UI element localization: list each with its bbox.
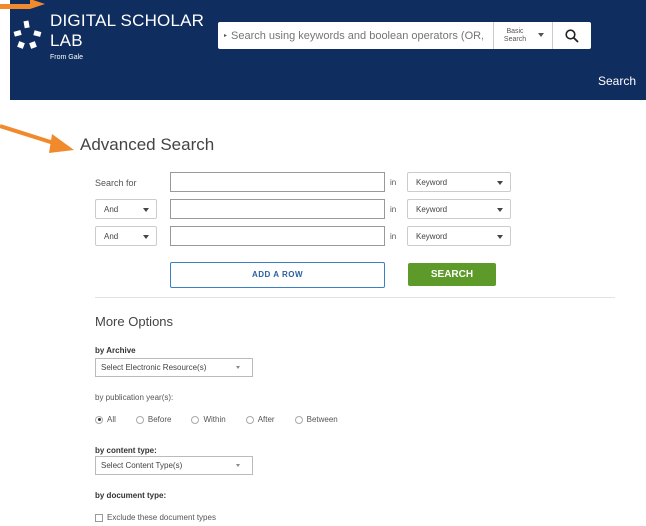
archive-select[interactable]: Select Electronic Resource(s) — [95, 358, 253, 377]
search-type-dropdown[interactable]: Basic Search — [493, 22, 550, 49]
annotation-arrow-middle — [0, 124, 74, 153]
operator-select-3-value: And — [104, 232, 119, 241]
radio-between-label: Between — [306, 415, 338, 424]
radio-all-label: All — [107, 415, 116, 424]
radio-all[interactable]: All — [95, 415, 116, 424]
checkbox-unchecked-icon[interactable] — [95, 513, 103, 522]
divider — [95, 297, 615, 298]
field-select-2-value: Keyword — [416, 205, 448, 214]
annotation-arrow-top — [0, 0, 45, 9]
field-select-1[interactable]: Keyword — [407, 172, 511, 192]
search-type-label: Basic Search — [503, 27, 527, 43]
content-type-select[interactable]: Select Content Type(s) — [95, 456, 253, 475]
chevron-down-icon — [143, 208, 149, 212]
logo-mark-icon — [13, 20, 42, 49]
content-type-select-value: Select Content Type(s) — [101, 461, 183, 470]
chevron-down-icon — [497, 235, 503, 239]
exclude-document-types-label: Exclude these document types — [107, 513, 216, 522]
search-term-input-2[interactable] — [170, 199, 385, 219]
chevron-down-icon — [236, 366, 240, 369]
chevron-down-icon — [538, 33, 544, 37]
search-term-input-3[interactable] — [170, 226, 385, 246]
field-select-1-value: Keyword — [416, 178, 448, 187]
chevron-down-icon — [497, 208, 503, 212]
radio-after[interactable]: After — [245, 415, 275, 424]
more-options-heading: More Options — [95, 314, 174, 329]
nav-search-link[interactable]: Search — [598, 74, 636, 88]
logo-subtitle: From Gale — [50, 54, 84, 61]
operator-select-2[interactable]: And — [95, 199, 157, 219]
header-search-button[interactable] — [552, 22, 591, 49]
archive-select-value: Select Electronic Resource(s) — [101, 363, 207, 372]
header-search-input[interactable] — [231, 25, 484, 46]
chevron-down-icon — [497, 181, 503, 185]
logo-line-2: LAB — [50, 31, 83, 50]
by-content-type-label: by content type: — [95, 446, 157, 455]
operator-select-3[interactable]: And — [95, 226, 157, 246]
search-for-label: Search for — [95, 178, 137, 188]
add-row-button[interactable]: ADD A ROW — [170, 262, 385, 288]
field-select-3-value: Keyword — [416, 232, 448, 241]
radio-unselected-icon — [245, 415, 254, 424]
top-header: DIGITAL SCHOLAR LAB From Gale ▸ Basic Se… — [10, 0, 646, 100]
publication-year-options: All Before Within After Between — [95, 415, 358, 424]
chevron-down-icon — [236, 464, 240, 467]
search-term-input-1[interactable] — [170, 172, 385, 192]
radio-within[interactable]: Within — [191, 415, 226, 424]
by-archive-label: by Archive — [95, 346, 136, 355]
radio-before-label: Before — [147, 415, 172, 424]
radio-before[interactable]: Before — [135, 415, 172, 424]
radio-between[interactable]: Between — [294, 415, 338, 424]
in-label-1: in — [390, 178, 397, 187]
exclude-document-types-option[interactable]: Exclude these document types — [95, 513, 216, 522]
radio-unselected-icon — [191, 415, 200, 424]
logo-text: DIGITAL SCHOLAR LAB — [50, 12, 204, 50]
operator-select-2-value: And — [104, 205, 119, 214]
in-label-3: in — [390, 232, 397, 241]
search-button[interactable]: SEARCH — [408, 263, 496, 286]
radio-unselected-icon — [294, 415, 303, 424]
radio-unselected-icon — [135, 415, 144, 424]
by-publication-year-label: by publication year(s): — [95, 393, 174, 402]
radio-within-label: Within — [203, 415, 226, 424]
radio-after-label: After — [257, 415, 275, 424]
logo-line-1: DIGITAL SCHOLAR — [50, 11, 205, 30]
header-search-bar: ▸ Basic Search — [218, 22, 591, 49]
radio-selected-icon — [95, 415, 103, 424]
search-expand-caret-icon[interactable]: ▸ — [224, 32, 227, 39]
in-label-2: in — [390, 205, 397, 214]
field-select-3[interactable]: Keyword — [407, 226, 511, 246]
field-select-2[interactable]: Keyword — [407, 199, 511, 219]
by-document-type-label: by document type: — [95, 491, 167, 500]
search-icon — [565, 28, 579, 43]
page-title: Advanced Search — [80, 135, 215, 154]
chevron-down-icon — [143, 235, 149, 239]
